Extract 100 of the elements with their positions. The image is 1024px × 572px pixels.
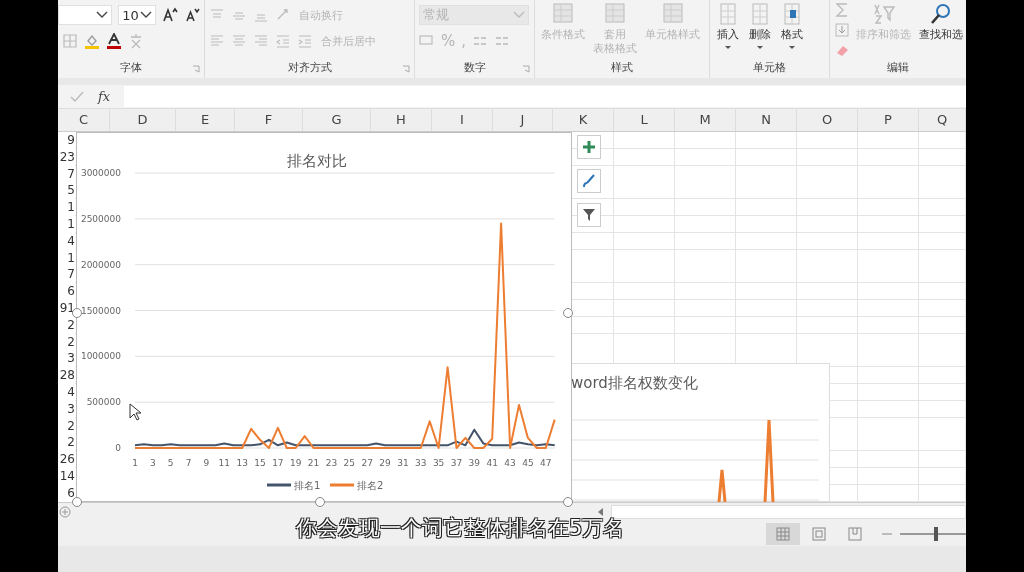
- column-header[interactable]: M: [675, 109, 736, 131]
- axis-label: 1500000: [80, 305, 121, 316]
- dialog-launcher-icon[interactable]: [522, 65, 530, 73]
- resize-handle[interactable]: [563, 308, 573, 318]
- column-header[interactable]: D: [110, 109, 176, 131]
- chevron-icon: [140, 11, 152, 19]
- axis-label: 35: [432, 458, 445, 468]
- view-icon: [848, 526, 862, 541]
- cell-value: 2: [66, 316, 75, 334]
- shrink-font-icon[interactable]: [184, 7, 200, 23]
- chevron-icon: [513, 11, 525, 19]
- cell-value: 3: [66, 350, 75, 368]
- zoom-out-icon[interactable]: [882, 532, 892, 535]
- cell-value: 5: [66, 182, 75, 200]
- group-label: 单元格: [753, 61, 786, 74]
- axis-label: 37: [450, 458, 463, 468]
- align-left-icon[interactable]: [209, 33, 225, 49]
- formula-input[interactable]: [124, 86, 966, 107]
- grow-font-icon[interactable]: [162, 7, 178, 23]
- column-header[interactable]: J: [493, 109, 553, 131]
- axis-label: 3: [150, 458, 156, 468]
- cell-value: 2: [66, 434, 75, 452]
- legend-swatch: [330, 483, 354, 487]
- axis-label: 1: [132, 458, 138, 468]
- axis-label: 15: [254, 458, 266, 468]
- cell-value: 1: [66, 249, 75, 267]
- scroll-left-icon[interactable]: [597, 507, 605, 517]
- borders-icon[interactable]: [62, 33, 78, 49]
- column-header[interactable]: G: [303, 109, 371, 131]
- dialog-launcher-icon[interactable]: [192, 65, 200, 73]
- column-header[interactable]: H: [371, 109, 432, 131]
- view-icon: [812, 526, 826, 541]
- caret-icon: [724, 45, 732, 50]
- chart-filters-button[interactable]: [577, 203, 601, 227]
- axis-label: 47: [540, 458, 552, 468]
- insert-function-button[interactable]: fx: [98, 89, 124, 104]
- cell-value: 2: [66, 417, 75, 435]
- cells-button[interactable]: 格式: [778, 2, 806, 50]
- fill-color-icon[interactable]: [84, 33, 100, 49]
- increase-indent-icon[interactable]: [297, 33, 313, 49]
- font-name-dropdown[interactable]: [58, 5, 113, 25]
- cell-value: 9: [66, 132, 75, 149]
- sort-filter-icon: [871, 2, 896, 26]
- column-header[interactable]: L: [614, 109, 675, 131]
- axis-label: 43: [504, 458, 516, 468]
- add-sheet-icon[interactable]: [59, 506, 71, 518]
- axis-label: 2000000: [80, 259, 121, 270]
- group-label: 编辑: [887, 61, 909, 74]
- axis-label: 27: [361, 458, 373, 468]
- axis-label: 2500000: [80, 213, 121, 224]
- chart-area[interactable]: 排名对比 0 500000 1000000 1500000 2000000 2500000 3000000 1 3 5 7 9 11 13 15 17 19 21 23 25 27 29 31 33 35 37 39 41 43 45 47 排名1 排名2: [76, 132, 572, 502]
- phonetic-icon[interactable]: [128, 33, 144, 49]
- column-header[interactable]: E: [176, 109, 235, 131]
- enter-check-icon[interactable]: [70, 90, 84, 103]
- chart-styles-button[interactable]: [577, 169, 601, 193]
- cell-value: 7: [66, 165, 75, 183]
- cell-value: 14: [58, 467, 75, 485]
- column-header[interactable]: I: [432, 109, 493, 131]
- decrease-indent-icon[interactable]: [275, 33, 291, 49]
- column-header[interactable]: K: [553, 109, 614, 131]
- cell-value: 28: [58, 367, 75, 384]
- cells-button[interactable]: 插入: [714, 2, 742, 50]
- view-button[interactable]: [766, 522, 800, 545]
- cell-value: 1: [66, 199, 75, 216]
- column-header[interactable]: O: [797, 109, 858, 131]
- resize-handle[interactable]: [72, 308, 82, 318]
- sum-icon[interactable]: [834, 2, 850, 18]
- table-style-icon: [660, 2, 685, 26]
- column-header[interactable]: C: [58, 109, 110, 131]
- horizontal-scrollbar[interactable]: [611, 505, 966, 519]
- dialog-launcher-icon[interactable]: [402, 65, 410, 73]
- axis-label: 5: [167, 458, 174, 468]
- cell-value: 91: [58, 299, 75, 317]
- axis-label: 39: [468, 458, 481, 468]
- axis-label: 3000000: [80, 168, 121, 178]
- axis-label: 13: [236, 458, 248, 468]
- column-header[interactable]: N: [736, 109, 797, 131]
- table-style-icon: [603, 2, 627, 26]
- axis-label: 23: [325, 458, 338, 468]
- axis-label: 45: [522, 458, 534, 468]
- column-header[interactable]: F: [235, 109, 303, 131]
- chart-elements-button[interactable]: [577, 135, 601, 159]
- align-right-icon[interactable]: [253, 33, 269, 49]
- cells-button[interactable]: 删除: [746, 2, 774, 50]
- group-label: 字体: [120, 61, 142, 74]
- legend-label: 排名2: [357, 480, 384, 491]
- axis-label: 0: [115, 443, 121, 453]
- column-header[interactable]: P: [858, 109, 919, 131]
- plus-icon: [582, 140, 596, 154]
- group-label: 数字: [463, 61, 486, 74]
- chart-title: word排名权数变化: [571, 374, 698, 393]
- font-color-icon[interactable]: [106, 33, 122, 49]
- editing-button[interactable]: 查找和选: [917, 2, 965, 42]
- axis-label: 7: [185, 458, 192, 468]
- align-center-icon[interactable]: [231, 33, 247, 49]
- cell-value: 1: [66, 216, 75, 233]
- font-size-dropdown[interactable]: 10: [118, 5, 156, 25]
- cell-value: 23: [58, 148, 75, 166]
- table-style-icon: [551, 2, 575, 26]
- fill-down-icon[interactable]: [834, 22, 850, 38]
